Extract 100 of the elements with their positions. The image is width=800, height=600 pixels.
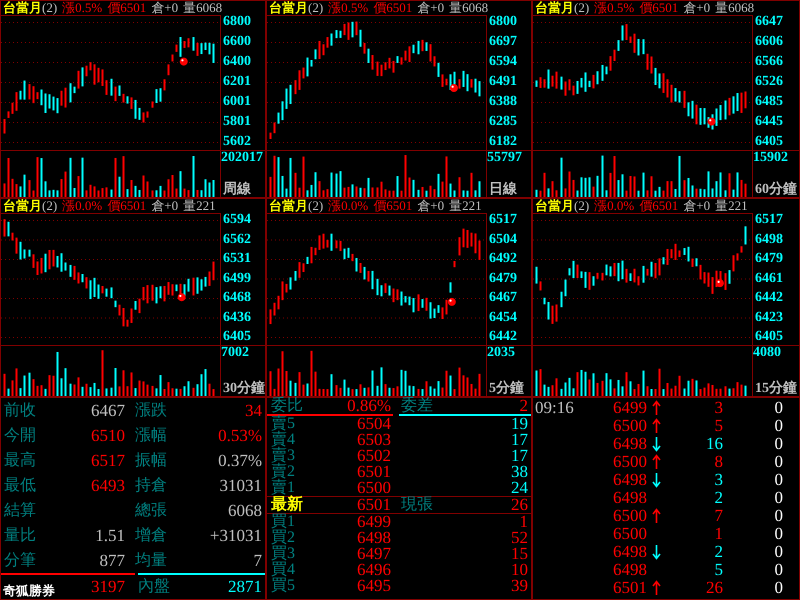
stat-value: +31031: [210, 526, 262, 544]
tick-price: 6500: [613, 525, 647, 543]
last-price: 6501: [357, 497, 391, 513]
stat-label: 今開: [4, 426, 36, 444]
contract-label: (2): [308, 1, 324, 15]
price-axis-label: 6400: [223, 55, 251, 69]
marker-dot-icon: [178, 293, 186, 302]
tick-price: 6499: [613, 399, 647, 417]
volume-axis-label: 7002: [221, 346, 249, 360]
change-label: 漲0.5%: [594, 1, 634, 15]
period-label: 15分鐘: [754, 381, 797, 396]
tick-volume: 26: [706, 579, 723, 597]
stat-value: 1.51: [95, 526, 125, 544]
stat-value: 2871: [228, 578, 262, 596]
price-axis-label: 6517: [489, 213, 517, 227]
stat-label: 前收: [4, 402, 36, 420]
volume-axis-label: 2035: [487, 346, 515, 360]
marker-dot-icon: [448, 298, 456, 306]
tick-value: 0: [774, 561, 783, 579]
stat-value: 3197: [91, 578, 125, 596]
stat-value: 31031: [220, 476, 262, 494]
tick-value: 0: [774, 399, 783, 417]
stat-label: 結算: [4, 502, 36, 520]
ask-label: 賣4: [271, 432, 295, 448]
price-axis-label: 6800: [489, 15, 517, 29]
bid-price: 6495: [357, 578, 391, 594]
price-axis-label: 6517: [755, 213, 783, 227]
symbol-label: 台當月: [535, 1, 574, 15]
price-axis-label: 6405: [223, 330, 251, 344]
marker-dot-icon: [450, 84, 458, 92]
diff-value: 2: [520, 398, 528, 414]
tick-price: 6500: [613, 507, 647, 525]
marker-dot-icon: [716, 279, 724, 288]
tick-volume: 3: [714, 399, 723, 417]
stat-label: 持倉: [135, 476, 167, 494]
ask-price: 6500: [357, 480, 391, 496]
ask-price: 6503: [357, 432, 391, 448]
volume-axis-label: 4080: [753, 346, 781, 360]
open-interest-label: 倉+0: [417, 1, 444, 15]
brand-label: 奇狐勝券: [3, 583, 55, 598]
tick-price: 6501: [613, 579, 647, 597]
bid-price: 6498: [357, 530, 391, 546]
ask-label: 賣3: [271, 448, 295, 464]
stat-value: 7: [254, 552, 262, 570]
volume-label: 量6068: [715, 1, 754, 15]
price-axis-label: 6442: [755, 291, 783, 305]
price-axis-label: 5602: [223, 135, 251, 149]
price-axis-label: 6697: [489, 35, 517, 49]
volume-label: 量6068: [183, 1, 222, 15]
price-axis-label: 6436: [223, 310, 251, 324]
symbol-label: 台當月: [3, 199, 42, 213]
last-volume: 26: [511, 497, 528, 513]
tick-value: 0: [774, 507, 783, 525]
stat-label: 最低: [4, 476, 36, 494]
bid-volume: 39: [511, 578, 528, 594]
time-label: 09:16: [534, 399, 575, 417]
ask-volume: 24: [511, 480, 528, 496]
ratio-label: 委比: [271, 398, 303, 414]
stat-label: 分筆: [4, 552, 36, 570]
tick-value: 0: [774, 453, 783, 471]
symbol-label: 台當月: [269, 1, 308, 15]
period-label: 日線: [488, 182, 517, 197]
price-axis-label: 6562: [223, 232, 251, 246]
contract-label: (2): [308, 199, 324, 213]
price-axis-label: 6405: [755, 330, 783, 344]
price-axis-label: 6467: [489, 291, 517, 305]
volume-axis-label: 202017: [221, 151, 263, 165]
tick-value: 0: [774, 489, 783, 507]
price-axis-label: 6504: [489, 232, 517, 246]
contract-label: (2): [574, 1, 590, 15]
volume-axis-label: 55797: [487, 151, 522, 165]
ask-price: 6502: [357, 448, 391, 464]
price-axis-label: 6479: [755, 252, 783, 266]
ask-price: 6504: [357, 416, 391, 432]
ask-label: 賣5: [271, 416, 295, 432]
tick-price: 6500: [613, 453, 647, 471]
volume-label: 量221: [715, 199, 748, 213]
price-axis-label: 6531: [223, 252, 251, 266]
change-label: 漲0.0%: [328, 199, 368, 213]
price-axis-label: 6445: [755, 115, 783, 129]
period-label: 5分鐘: [488, 381, 524, 396]
price-label: 價6501: [373, 1, 412, 15]
bid-volume: 10: [511, 562, 528, 578]
tick-price: 6498: [613, 543, 647, 561]
bid-label: 買1: [271, 514, 295, 530]
last-label: 最新: [271, 497, 303, 513]
tick-value: 0: [774, 435, 783, 453]
tick-value: 0: [774, 471, 783, 489]
stat-label: 振幅: [135, 452, 167, 470]
change-label: 漲0.0%: [62, 199, 102, 213]
marker-dot-icon: [180, 58, 188, 66]
symbol-label: 台當月: [535, 199, 574, 213]
price-axis-label: 6479: [489, 272, 517, 286]
change-label: 漲0.5%: [62, 1, 102, 15]
price-axis-label: 6405: [755, 135, 783, 149]
stat-value: 0.37%: [218, 452, 262, 470]
bid-label: 買3: [271, 546, 295, 562]
ask-volume: 17: [511, 432, 528, 448]
tick-volume: 2: [714, 543, 723, 561]
tick-price: 6500: [613, 417, 647, 435]
